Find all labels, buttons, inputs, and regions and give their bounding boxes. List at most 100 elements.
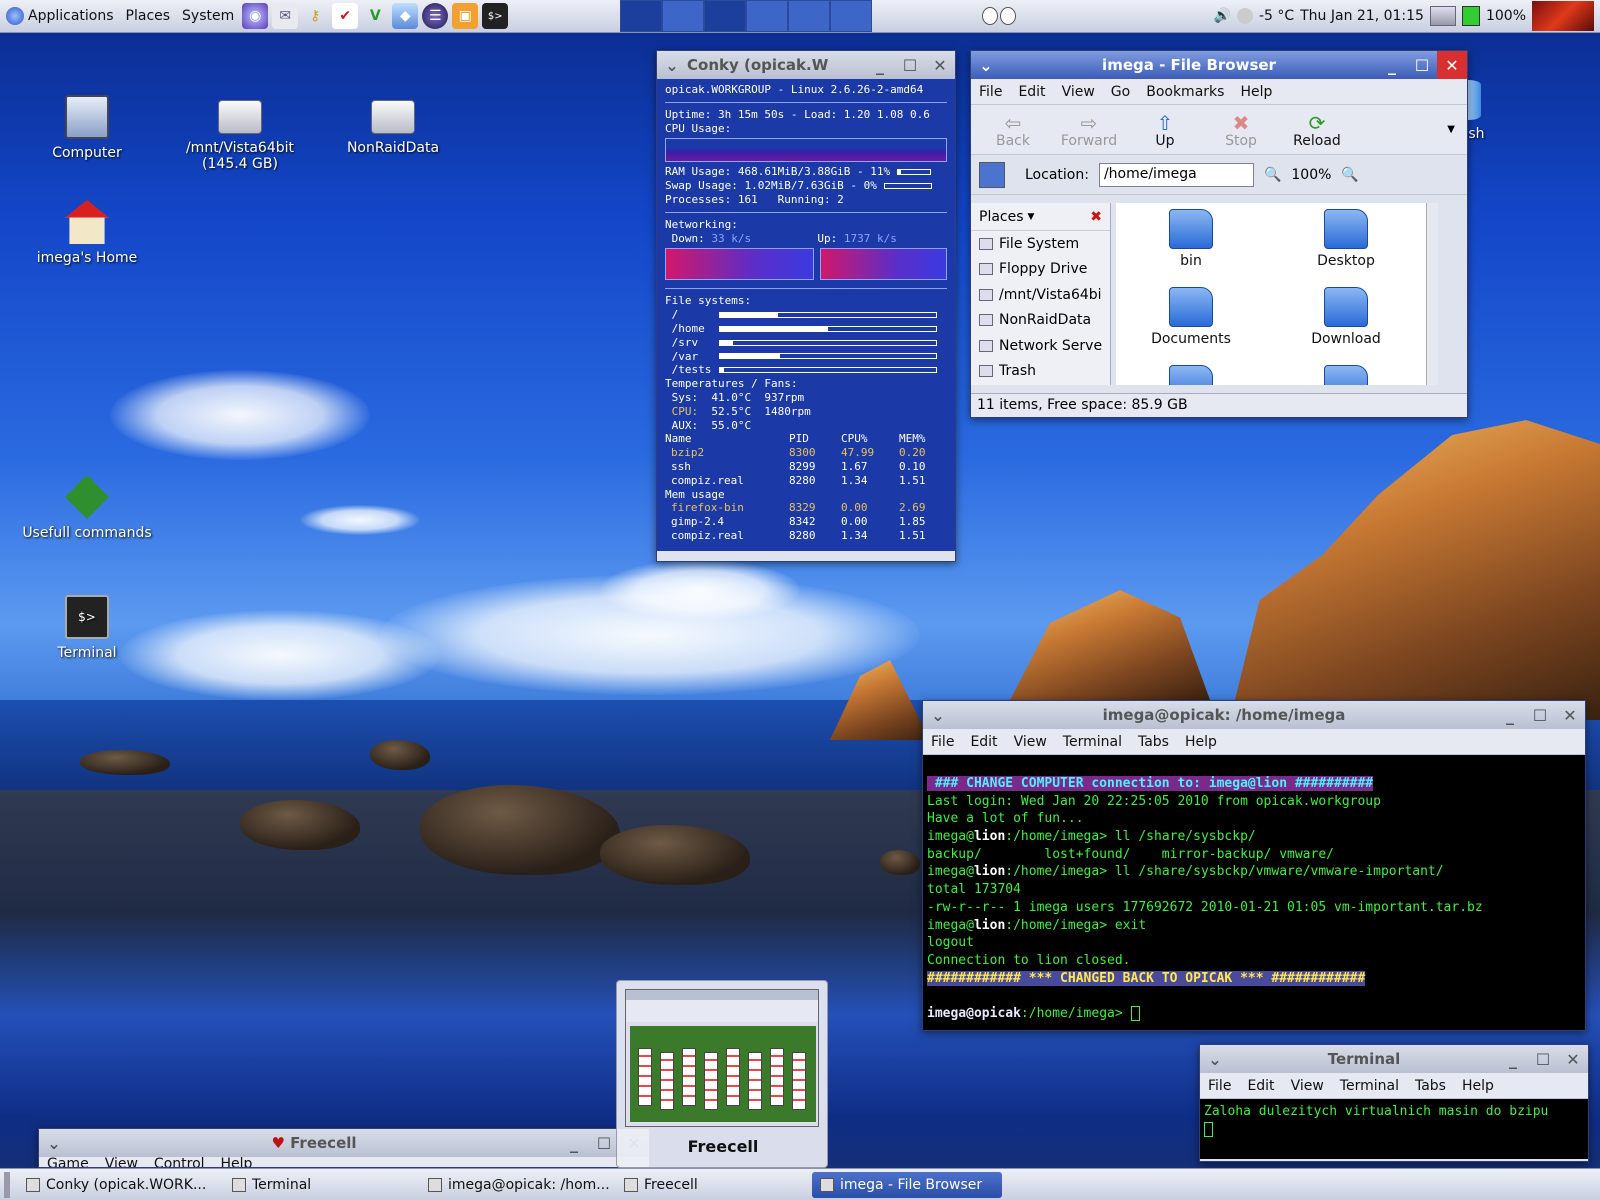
conky-titlebar[interactable]: ⌄ Conky (opicak.W _ ☐ ✕ (657, 51, 955, 79)
taskbar-button[interactable]: imega@opicak: /hom... (420, 1172, 610, 1198)
minimize-button[interactable]: _ (559, 1129, 589, 1157)
terminal-small-titlebar[interactable]: ⌄ Terminal _ ☐ ✕ (1200, 1045, 1588, 1073)
dropdown-arrow-icon[interactable]: ▼ (1028, 212, 1035, 222)
window-menu-icon[interactable]: ⌄ (657, 51, 687, 79)
keys-launcher-icon[interactable]: ⚷ (302, 3, 328, 29)
folder-partial[interactable] (1126, 365, 1256, 385)
user-avatar[interactable] (1532, 1, 1594, 31)
eclipse-launcher-icon[interactable]: ☰ (422, 3, 449, 29)
zoom-in-icon[interactable]: 🔍 (1341, 167, 1358, 183)
window-menu-icon[interactable]: ⌄ (39, 1129, 69, 1157)
menu-view[interactable]: View (1054, 84, 1103, 100)
menu-help[interactable]: Help (1232, 84, 1280, 100)
desktop-icon-nonraiddata[interactable]: NonRaidData (318, 100, 468, 156)
desktop-icon-usefull-commands[interactable]: Usefull commands (12, 475, 162, 541)
folder-download[interactable]: Download (1281, 287, 1411, 347)
window-menu-icon[interactable]: ⌄ (971, 51, 1001, 79)
places-item[interactable]: File System (971, 231, 1110, 257)
weather-temp[interactable]: -5 °C (1259, 8, 1294, 24)
maximize-button[interactable]: ☐ (1407, 51, 1437, 79)
terminal-output[interactable]: ### CHANGE COMPUTER connection to: imega… (923, 755, 1585, 1030)
menu-file[interactable]: File (923, 734, 962, 750)
up-button[interactable]: ⇧ Up (1127, 111, 1203, 149)
file-browser-titlebar[interactable]: ⌄ imega - File Browser _ ☐ ✕ (971, 51, 1467, 79)
close-sidebar-icon[interactable]: ✖ (1090, 209, 1102, 225)
menu-game[interactable]: Game (39, 1156, 97, 1168)
places-item[interactable]: Trash (971, 359, 1110, 385)
location-toggle-icon[interactable] (979, 161, 1005, 188)
zoom-level[interactable]: 100% (1291, 167, 1331, 183)
minimize-button[interactable]: _ (1377, 51, 1407, 79)
close-button[interactable]: ✕ (925, 51, 955, 79)
places-menu[interactable]: Places (120, 8, 177, 24)
box-launcher-icon[interactable]: ◆ (392, 3, 419, 29)
terminal-titlebar[interactable]: ⌄ imega@opicak: /home/imega _ ☐ ✕ (923, 701, 1585, 729)
terminal-launcher-icon[interactable]: $> (482, 3, 509, 29)
menu-tabs[interactable]: Tabs (1130, 734, 1177, 750)
maximize-button[interactable]: ☐ (1528, 1045, 1558, 1073)
menu-go[interactable]: Go (1103, 84, 1138, 100)
menu-view[interactable]: View (97, 1156, 146, 1168)
window-menu-icon[interactable]: ⌄ (923, 701, 953, 729)
reload-button[interactable]: ⟳ Reload (1279, 111, 1355, 149)
maximize-button[interactable]: ☐ (1525, 701, 1555, 729)
location-input[interactable]: /home/imega (1098, 162, 1254, 187)
menu-terminal[interactable]: Terminal (1055, 734, 1130, 750)
menu-edit[interactable]: Edit (962, 734, 1005, 750)
maximize-button[interactable]: ☐ (895, 51, 925, 79)
applications-menu[interactable]: Applications (0, 7, 120, 25)
window-menu-icon[interactable]: ⌄ (1200, 1045, 1230, 1073)
taskbar-button[interactable]: Freecell (616, 1172, 806, 1198)
close-button[interactable]: ✕ (1437, 51, 1467, 79)
menu-edit[interactable]: Edit (1239, 1078, 1282, 1094)
places-item[interactable]: Network Serve (971, 333, 1110, 359)
freecell-titlebar[interactable]: ⌄ ♥ Freecell _ ☐ ✕ (39, 1129, 649, 1157)
workspace-4[interactable] (746, 0, 789, 32)
minimize-button[interactable]: _ (865, 51, 895, 79)
vim-launcher-icon[interactable]: V (362, 3, 388, 29)
close-button[interactable]: ✕ (1558, 1045, 1588, 1073)
system-menu[interactable]: System (176, 8, 240, 24)
back-button[interactable]: ⇦ Back (975, 111, 1051, 149)
vmware-launcher-icon[interactable]: ▣ (452, 3, 479, 29)
tasks-launcher-icon[interactable]: ✔ (332, 3, 359, 29)
desktop-icon-home[interactable]: imega's Home (12, 200, 162, 266)
places-item[interactable]: Floppy Drive (971, 257, 1110, 283)
web-browser-launcher-icon[interactable]: ◉ (242, 3, 269, 29)
menu-terminal[interactable]: Terminal (1332, 1078, 1407, 1094)
workspace-2[interactable] (662, 0, 705, 32)
network-icon[interactable] (1429, 6, 1456, 26)
menu-edit[interactable]: Edit (1010, 84, 1053, 100)
minimize-button[interactable]: _ (1495, 701, 1525, 729)
workspace-5[interactable] (788, 0, 831, 32)
taskbar-button[interactable]: Conky (opicak.WORK... (18, 1172, 218, 1198)
close-button[interactable]: ✕ (1555, 701, 1585, 729)
menu-view[interactable]: View (1283, 1078, 1332, 1094)
menu-view[interactable]: View (1006, 734, 1055, 750)
clock[interactable]: Thu Jan 21, 01:15 (1300, 8, 1424, 24)
places-item[interactable]: NonRaidData (971, 308, 1110, 334)
volume-icon[interactable]: 🔊 (1214, 8, 1231, 24)
taskbar-button[interactable]: imega - File Browser (812, 1171, 1002, 1198)
workspace-1[interactable] (620, 0, 663, 32)
stop-button[interactable]: ✖ Stop (1203, 111, 1279, 149)
desktop-icon-terminal[interactable]: $> Terminal (12, 595, 162, 661)
workspace-3[interactable] (704, 0, 747, 32)
taskbar-button[interactable]: Terminal (224, 1172, 414, 1198)
desktop-icon-computer[interactable]: Computer (12, 95, 162, 161)
toolbar-overflow-icon[interactable]: ▼ (1447, 124, 1455, 135)
menu-bookmarks[interactable]: Bookmarks (1138, 84, 1232, 100)
workspace-6[interactable] (830, 0, 873, 32)
terminal-small-output[interactable]: Zaloha dulezitych virtualnich masin do b… (1200, 1099, 1588, 1159)
maximize-button[interactable]: ☐ (589, 1129, 619, 1157)
show-desktop-icon[interactable] (4, 1171, 10, 1198)
folder-documents[interactable]: Documents (1126, 287, 1256, 347)
scrollbar[interactable] (1426, 203, 1438, 385)
menu-file[interactable]: File (1200, 1078, 1239, 1094)
menu-tabs[interactable]: Tabs (1407, 1078, 1454, 1094)
menu-help[interactable]: Help (213, 1156, 261, 1168)
minimize-button[interactable]: _ (1498, 1045, 1528, 1073)
desktop-icon-vista-drive[interactable]: /mnt/Vista64bit (145.4 GB) (165, 100, 315, 172)
mail-launcher-icon[interactable]: ✉ (272, 3, 299, 29)
menu-help[interactable]: Help (1177, 734, 1225, 750)
